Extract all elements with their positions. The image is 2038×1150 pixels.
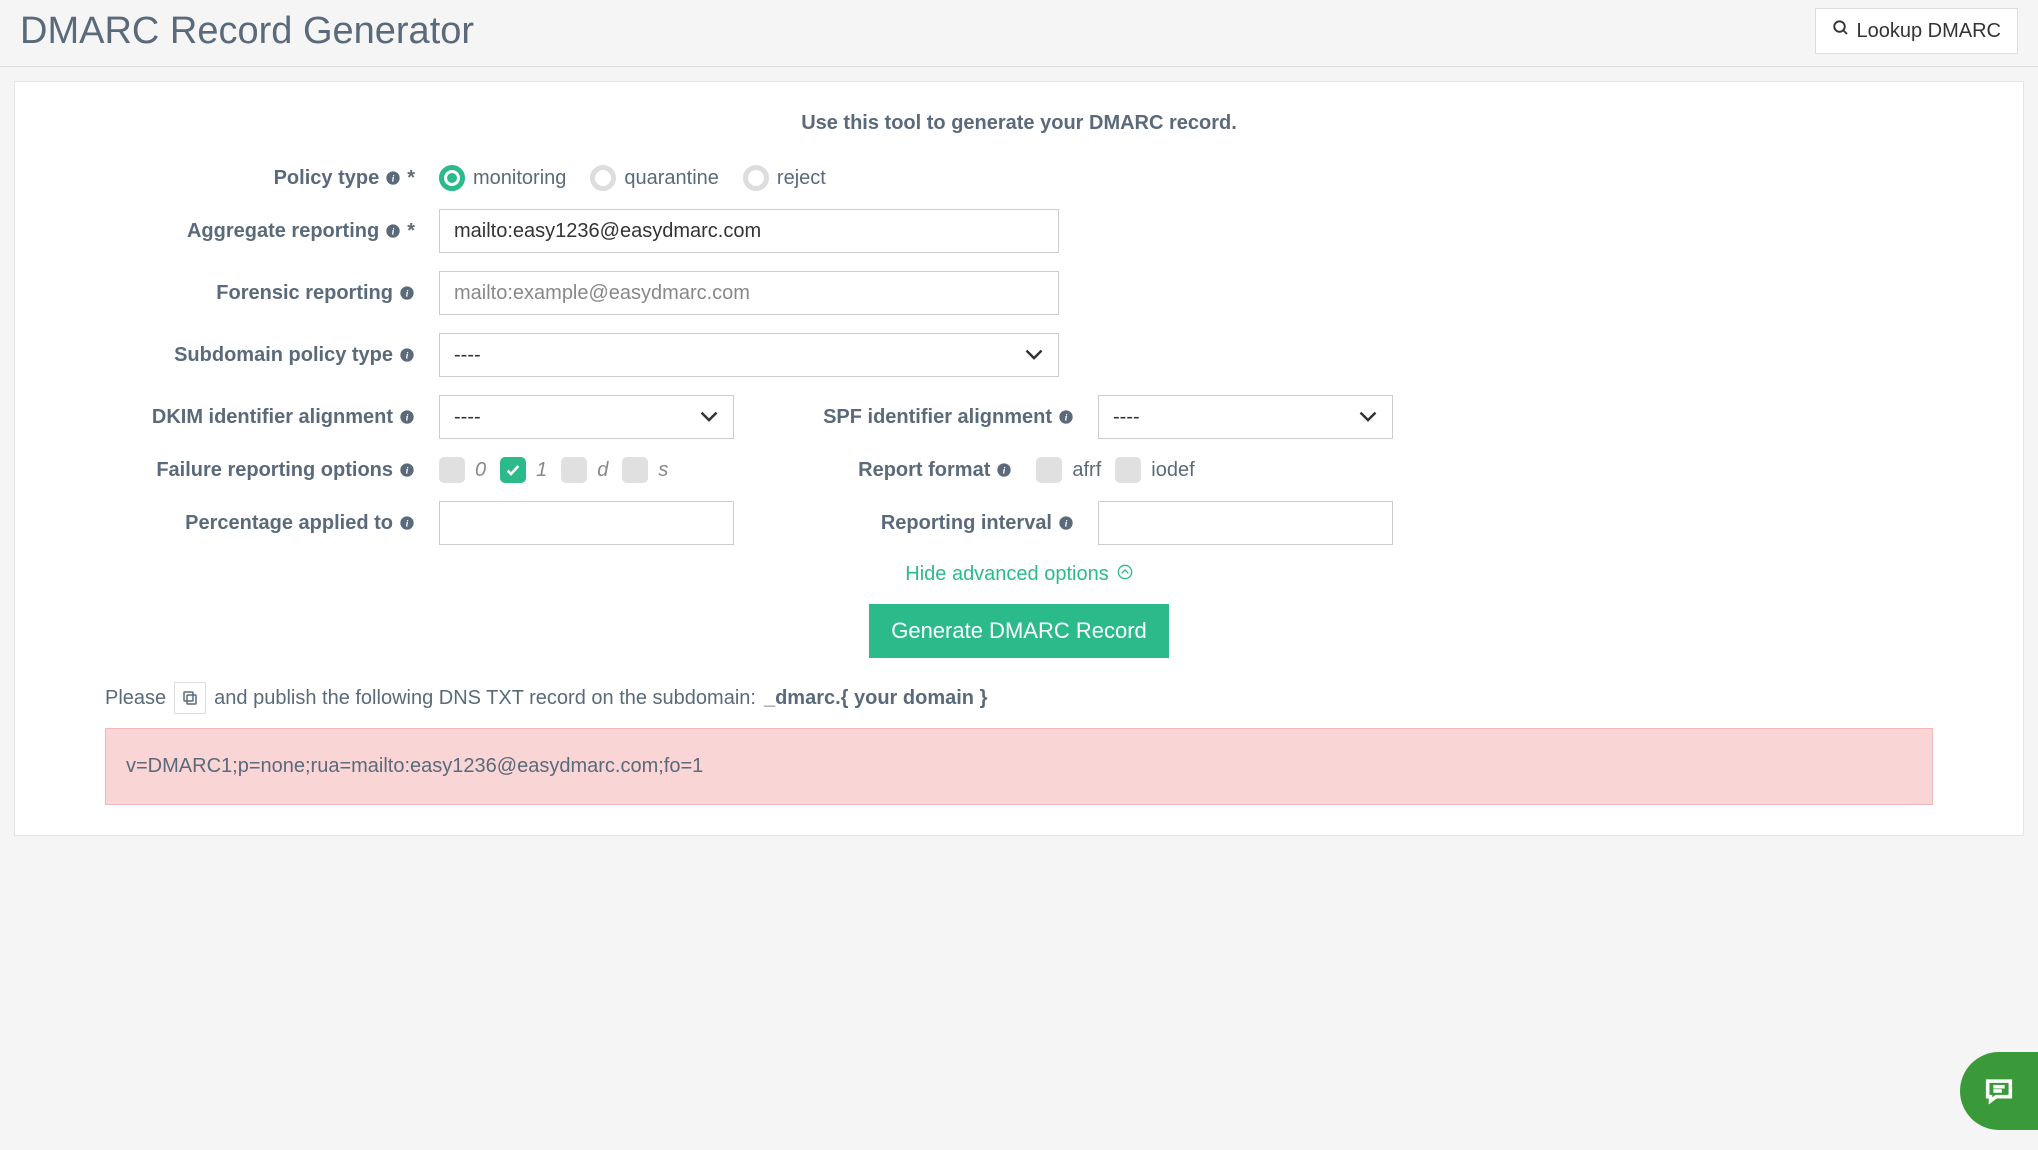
failure-opt-s-label: s	[658, 459, 668, 482]
generate-button[interactable]: Generate DMARC Record	[869, 604, 1169, 658]
report-format-iodef-checkbox[interactable]	[1115, 457, 1141, 483]
policy-monitoring-label: monitoring	[473, 167, 566, 190]
policy-type-label: Policy type i *	[105, 167, 415, 190]
result-record-box: v=DMARC1;p=none;rua=mailto:easy1236@easy…	[105, 728, 1933, 805]
info-icon[interactable]: i	[399, 462, 415, 478]
result-subdomain: _dmarc.{ your domain }	[764, 687, 987, 710]
svg-text:i: i	[392, 174, 395, 184]
svg-text:i: i	[406, 466, 409, 476]
result-instruction: Please and publish the following DNS TXT…	[105, 682, 1933, 714]
chevron-down-icon	[1358, 406, 1378, 429]
intro-text: Use this tool to generate your DMARC rec…	[105, 112, 1933, 135]
dkim-alignment-label: DKIM identifier alignment i	[105, 406, 415, 429]
reporting-interval-input[interactable]	[1098, 501, 1393, 545]
info-icon[interactable]: i	[399, 347, 415, 363]
forensic-reporting-input[interactable]	[439, 271, 1059, 315]
toggle-advanced-label: Hide advanced options	[905, 563, 1108, 586]
policy-reject-radio[interactable]: reject	[743, 165, 826, 191]
lookup-dmarc-label: Lookup DMARC	[1856, 20, 2001, 43]
policy-monitoring-radio[interactable]: monitoring	[439, 165, 566, 191]
info-icon[interactable]: i	[399, 515, 415, 531]
svg-text:i: i	[406, 519, 409, 529]
failure-opt-d-label: d	[597, 459, 608, 482]
failure-options-label: Failure reporting options i	[105, 459, 415, 482]
info-icon[interactable]: i	[996, 462, 1012, 478]
spf-alignment-value: ----	[1113, 406, 1140, 429]
percentage-input[interactable]	[439, 501, 734, 545]
info-icon[interactable]: i	[385, 223, 401, 239]
info-icon[interactable]: i	[399, 409, 415, 425]
info-icon[interactable]: i	[1058, 409, 1074, 425]
subdomain-policy-label: Subdomain policy type i	[105, 344, 415, 367]
svg-text:i: i	[1065, 413, 1068, 423]
percentage-label: Percentage applied to i	[105, 512, 415, 535]
report-format-afrf-checkbox[interactable]	[1036, 457, 1062, 483]
failure-opt-s-checkbox[interactable]	[622, 457, 648, 483]
dkim-alignment-select[interactable]: ----	[439, 395, 734, 439]
svg-text:i: i	[392, 227, 395, 237]
chevron-down-icon	[699, 406, 719, 429]
failure-opt-1-checkbox[interactable]	[500, 457, 526, 483]
failure-opt-d-checkbox[interactable]	[561, 457, 587, 483]
lookup-dmarc-button[interactable]: Lookup DMARC	[1815, 8, 2018, 54]
toggle-advanced-link[interactable]: Hide advanced options	[105, 563, 1933, 586]
search-icon	[1832, 19, 1850, 43]
subdomain-policy-select[interactable]: ----	[439, 333, 1059, 377]
subdomain-policy-value: ----	[454, 344, 481, 367]
report-format-iodef-label: iodef	[1151, 459, 1194, 482]
policy-quarantine-label: quarantine	[624, 167, 719, 190]
forensic-reporting-label: Forensic reporting i	[105, 282, 415, 305]
generator-card: Use this tool to generate your DMARC rec…	[14, 81, 2024, 836]
chevron-down-icon	[1024, 344, 1044, 367]
chat-fab-button[interactable]	[1960, 1052, 2038, 1130]
info-icon[interactable]: i	[399, 285, 415, 301]
report-format-label: Report format i	[732, 459, 1012, 482]
copy-button[interactable]	[174, 682, 206, 714]
svg-text:i: i	[406, 351, 409, 361]
info-icon[interactable]: i	[385, 170, 401, 186]
spf-alignment-label: SPF identifier alignment i	[794, 406, 1074, 429]
reporting-interval-label: Reporting interval i	[794, 512, 1074, 535]
spf-alignment-select[interactable]: ----	[1098, 395, 1393, 439]
policy-reject-label: reject	[777, 167, 826, 190]
info-icon[interactable]: i	[1058, 515, 1074, 531]
svg-text:i: i	[1003, 466, 1006, 476]
svg-text:i: i	[406, 289, 409, 299]
page-title: DMARC Record Generator	[20, 10, 474, 53]
aggregate-reporting-input[interactable]	[439, 209, 1059, 253]
failure-opt-0-label: 0	[475, 459, 486, 482]
svg-text:i: i	[1065, 519, 1068, 529]
dkim-alignment-value: ----	[454, 406, 481, 429]
aggregate-reporting-label: Aggregate reporting i *	[105, 220, 415, 243]
svg-text:i: i	[406, 413, 409, 423]
failure-opt-0-checkbox[interactable]	[439, 457, 465, 483]
failure-opt-1-label: 1	[536, 459, 547, 482]
policy-quarantine-radio[interactable]: quarantine	[590, 165, 719, 191]
report-format-afrf-label: afrf	[1072, 459, 1101, 482]
chevron-up-circle-icon	[1117, 563, 1133, 586]
